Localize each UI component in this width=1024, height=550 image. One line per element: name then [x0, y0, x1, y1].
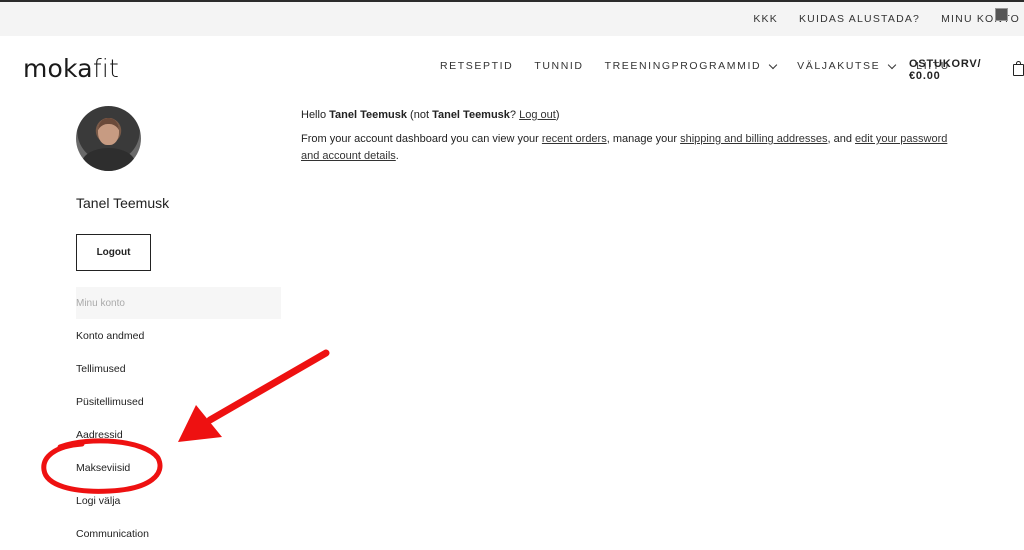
logo-text-fit: fit — [92, 54, 119, 83]
account-nav: Minu konto Konto andmed Tellimused Püsit… — [76, 287, 281, 550]
profile-name: Tanel Teemusk — [76, 195, 170, 211]
site-logo[interactable]: mokafit — [23, 54, 119, 83]
greeting-not: (not — [410, 109, 430, 121]
account-nav-communication[interactable]: Communication — [76, 517, 281, 550]
account-nav-logi-valja[interactable]: Logi välja — [76, 484, 281, 517]
logout-link[interactable]: Log out — [519, 109, 556, 121]
nav-item-tunnid[interactable]: TUNNID — [534, 60, 583, 72]
intro-and: , and — [827, 133, 852, 145]
top-link-minu-konto[interactable]: MINU KONTO — [941, 13, 1020, 25]
cart-label: OSTUKORV/€0.00 — [909, 58, 982, 82]
account-nav-konto-andmed[interactable]: Konto andmed — [76, 319, 281, 352]
addresses-link[interactable]: shipping and billing addresses — [680, 133, 827, 145]
account-nav-pusitellimused[interactable]: Püsitellimused — [76, 385, 281, 418]
top-link-kuidas-alustada[interactable]: KUIDAS ALUSTADA? — [799, 13, 920, 25]
avatar — [76, 106, 141, 171]
greeting-name: Tanel Teemusk — [329, 109, 407, 121]
avatar-face — [98, 118, 119, 145]
chevron-down-icon — [768, 60, 778, 69]
dashboard-content: Hello Tanel Teemusk (not Tanel Teemusk? … — [301, 107, 951, 172]
mini-avatar-icon[interactable] — [995, 8, 1008, 21]
nav-item-retseptid[interactable]: RETSEPTID — [440, 60, 513, 72]
account-nav-makseviisid[interactable]: Makseviisid — [76, 451, 281, 484]
avatar-body — [82, 148, 135, 171]
intro-manage: , manage your — [606, 133, 678, 145]
chevron-down-icon — [888, 60, 897, 69]
account-nav-aadressid[interactable]: Aadressid — [76, 418, 281, 451]
top-link-kkk[interactable]: KKK — [753, 13, 778, 25]
greeting-question: ? — [509, 109, 517, 121]
account-nav-tellimused[interactable]: Tellimused — [76, 352, 281, 385]
nav-label: VÄLJAKUTSE — [797, 60, 881, 72]
nav-label: RETSEPTID — [440, 60, 514, 72]
greeting: Hello Tanel Teemusk (not Tanel Teemusk? … — [301, 107, 951, 124]
nav-item-valjakutse[interactable]: VÄLJAKUTSE — [797, 60, 897, 72]
nav-label: TREENINGPROGRAMMID — [604, 60, 762, 72]
account-nav-header: Minu konto — [76, 287, 281, 319]
greeting-close: ) — [555, 109, 560, 121]
logo-text-moka: moka — [23, 54, 93, 83]
top-links: KKK KUIDAS ALUSTADA? MINU KONTO — [732, 2, 1024, 36]
intro-dot: . — [395, 150, 399, 162]
cart-link[interactable]: OSTUKORV/€0.00 — [909, 58, 1024, 82]
shopping-bag-icon — [1013, 61, 1024, 76]
logout-button[interactable]: Logout — [76, 234, 151, 271]
greeting-name-2: Tanel Teemusk — [432, 109, 510, 121]
nav-item-treeningprogrammid[interactable]: TREENINGPROGRAMMID — [604, 60, 778, 72]
main-nav: RETSEPTID TUNNID TREENINGPROGRAMMID VÄLJ… — [440, 58, 971, 74]
dashboard-intro: From your account dashboard you can view… — [301, 131, 951, 165]
nav-label: TUNNID — [534, 60, 584, 72]
top-bar: KKK KUIDAS ALUSTADA? MINU KONTO — [0, 2, 1024, 36]
intro-text: From your account dashboard you can view… — [301, 133, 539, 145]
greeting-hello: Hello — [301, 109, 327, 121]
recent-orders-link[interactable]: recent orders — [542, 133, 607, 145]
